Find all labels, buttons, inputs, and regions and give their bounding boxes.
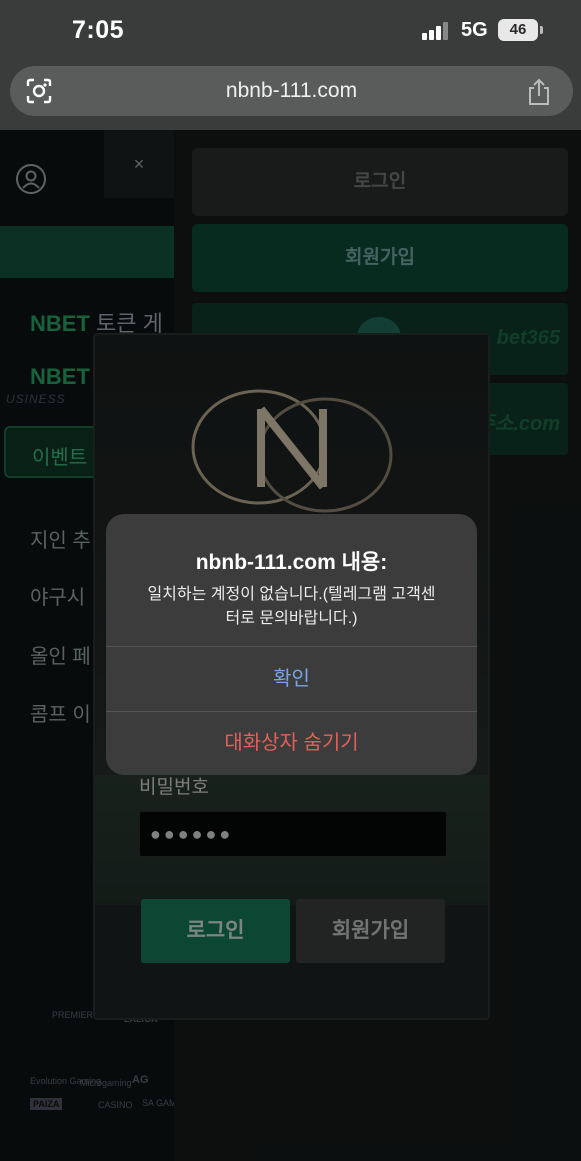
alert-dialog: nbnb-111.com 내용: 일치하는 계정이 없습니다.(텔레그램 고객센… [106,514,477,775]
battery-tip [540,26,543,34]
status-bar: 7:05 5G 46 [0,0,581,62]
screen: 7:05 5G 46 nbnb-111.com 로그인 회원가입 bet365 [0,0,581,1161]
address-bar[interactable]: nbnb-111.com [10,66,573,116]
browser-toolbar: nbnb-111.com [0,62,581,130]
hide-dialog-button[interactable]: 대화상자 숨기기 [106,712,477,775]
battery-icon: 46 [498,19,538,41]
status-time: 7:05 [72,16,125,44]
alert-title: nbnb-111.com 내용: [195,551,388,574]
url-text[interactable]: nbnb-111.com [10,79,573,103]
alert-message: 일치하는 계정이 없습니다.(텔레그램 고객센터로 문의바랍니다.) [147,586,436,627]
confirm-button[interactable]: 확인 [106,647,477,711]
network-type: 5G [461,19,488,41]
share-icon[interactable] [526,78,552,106]
signal-icon [422,22,452,40]
